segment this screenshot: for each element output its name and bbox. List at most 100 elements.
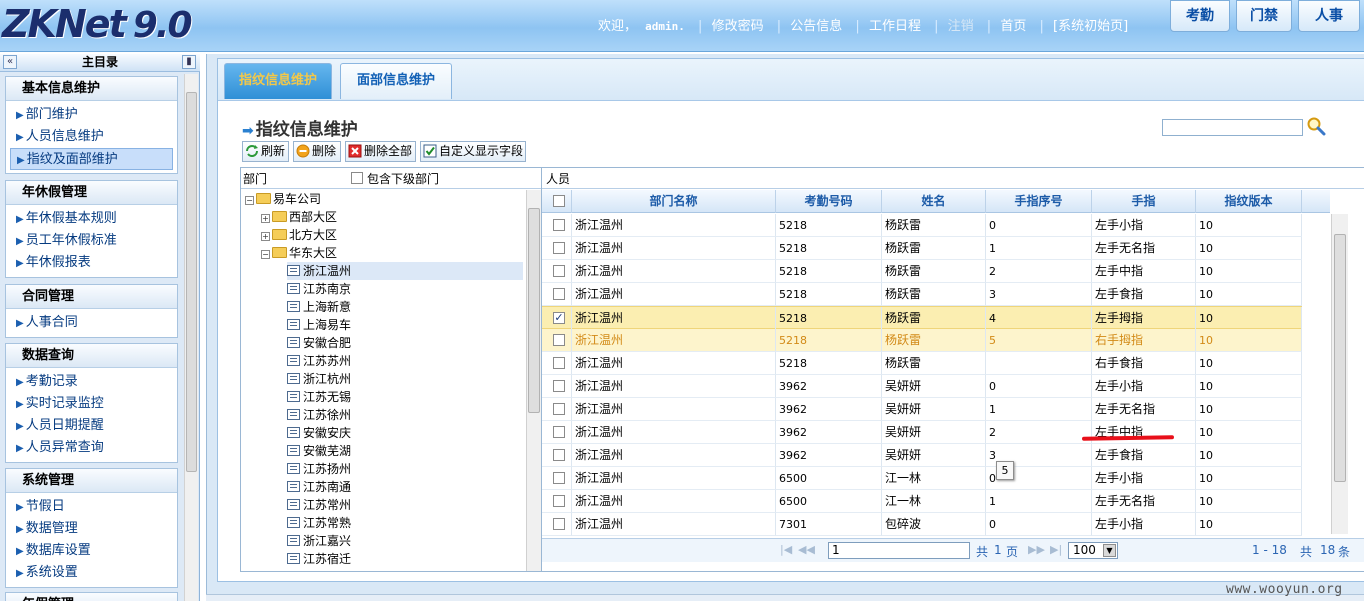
col-name[interactable]: 姓名 [882,190,986,213]
menu-item-hr-contract[interactable]: ▶ 人事合同 [10,312,173,334]
row-checkbox[interactable] [553,265,565,277]
tree-node-root[interactable]: − 易车公司 [245,190,321,208]
tree-node-branch[interactable]: 上海易车 [287,316,351,334]
row-checkbox[interactable] [553,426,565,438]
tree-scrollbar[interactable] [526,190,541,571]
announcements-link[interactable]: 公告信息 [790,19,842,34]
tree-node-branch[interactable]: 江苏常熟 [287,514,351,532]
search-input[interactable] [1162,119,1303,136]
menu-item-leave-rules[interactable]: ▶ 年休假基本规则 [10,208,173,230]
bottom-scrollbar[interactable] [206,594,1364,601]
refresh-button[interactable]: 刷新 [242,141,289,162]
system-home-link[interactable]: [系统初始页] [1053,19,1128,34]
row-checkbox[interactable] [553,403,565,415]
tree-node-branch[interactable]: 安徽芜湖 [287,442,351,460]
prev-page-icon[interactable]: ◀◀ [798,543,815,556]
menu-item-leave-standard[interactable]: ▶ 员工年休假标准 [10,230,173,252]
menu-group-title[interactable]: 年休假管理 [6,181,177,205]
table-row[interactable]: 浙江温州 5218 杨跃雷 2 左手中指 10 [542,260,1302,283]
tree-node-branch[interactable]: 江苏徐州 [287,406,351,424]
row-checkbox[interactable] [553,472,565,484]
include-sub-checkbox[interactable] [351,172,363,184]
tree-node-branch[interactable]: 浙江嘉兴 [287,532,351,550]
table-row[interactable]: ✓ 浙江温州 5218 杨跃雷 4 左手拇指 10 [542,306,1302,330]
collapse-sidebar-icon[interactable]: « [3,55,17,69]
col-finger-index[interactable]: 手指序号 [986,190,1092,213]
menu-item-database-settings[interactable]: ▶ 数据库设置 [10,540,173,562]
menu-item-attendance-records[interactable]: ▶ 考勤记录 [10,371,173,393]
delete-all-button[interactable]: 删除全部 [345,141,416,162]
col-dept-name[interactable]: 部门名称 [572,190,776,213]
menu-item-person-info[interactable]: ▶ 人员信息维护 [10,126,173,148]
tree-node-branch[interactable]: 上海新意 [287,298,351,316]
row-checkbox[interactable] [553,334,565,346]
expand-icon[interactable]: + [261,232,270,241]
tree-node-branch[interactable]: 江苏无锡 [287,388,351,406]
table-row[interactable]: 浙江温州 5218 杨跃雷 5 右手拇指 10 [542,329,1302,352]
menu-item-holidays[interactable]: ▶ 节假日 [10,496,173,518]
module-access-button[interactable]: 门禁 [1236,0,1292,32]
expand-icon[interactable]: + [261,214,270,223]
row-checkbox[interactable]: ✓ [553,312,565,324]
row-checkbox[interactable] [553,357,565,369]
search-icon[interactable] [1306,116,1326,136]
change-password-link[interactable]: 修改密码 [712,19,764,34]
module-hr-button[interactable]: 人事 [1298,0,1360,32]
menu-item-realtime-monitor[interactable]: ▶ 实时记录监控 [10,393,173,415]
row-checkbox[interactable] [553,449,565,461]
menu-group-title[interactable]: 基本信息维护 [6,77,177,101]
pin-icon[interactable]: ▮ [182,55,196,69]
tree-node-branch[interactable]: 江苏宿迁 [287,550,351,568]
delete-button[interactable]: 删除 [293,141,341,162]
tree-node-branch[interactable]: 浙江温州 [287,262,523,280]
tree-node-branch[interactable]: 江苏南通 [287,478,351,496]
grid-scrollbar[interactable] [1331,214,1348,534]
menu-item-data-management[interactable]: ▶ 数据管理 [10,518,173,540]
tree-node-branch[interactable]: 江苏常州 [287,496,351,514]
table-row[interactable]: 浙江温州 3962 吴妍妍 2 左手中指 10 [542,421,1302,444]
col-finger[interactable]: 手指 [1092,190,1196,213]
tab-fingerprint[interactable]: 指纹信息维护 [224,63,332,99]
table-row[interactable]: 浙江温州 6500 江一林 1 左手无名指 10 [542,490,1302,513]
table-row[interactable]: 浙江温州 3962 吴妍妍 1 左手无名指 10 [542,398,1302,421]
table-row[interactable]: 浙江温州 5218 杨跃雷 0 左手小指 10 [542,214,1302,237]
menu-item-fingerprint-face[interactable]: ▶ 指纹及面部维护 [10,148,173,170]
home-link[interactable]: 首页 [1000,19,1026,34]
tree-node-branch[interactable]: 安徽合肥 [287,334,351,352]
page-input[interactable]: 1 [828,542,970,559]
select-all-checkbox[interactable] [553,195,565,207]
row-checkbox[interactable] [553,380,565,392]
menu-item-date-reminder[interactable]: ▶ 人员日期提醒 [10,415,173,437]
tree-node-branch[interactable]: 浙江杭州 [287,370,351,388]
row-checkbox[interactable] [553,288,565,300]
first-page-icon[interactable]: |◀ [780,543,792,556]
module-attendance-button[interactable]: 考勤 [1170,0,1230,32]
table-row[interactable]: 浙江温州 5218 杨跃雷 1 左手无名指 10 [542,237,1302,260]
sidebar-scrollbar[interactable] [184,74,198,601]
collapse-icon[interactable]: − [261,250,270,259]
tree-node-region[interactable]: + 北方大区 [261,226,337,244]
tree-node-branch[interactable]: 江苏扬州 [287,460,351,478]
menu-group-title[interactable]: 合同管理 [6,285,177,309]
menu-group-title[interactable]: 数据查询 [6,344,177,368]
menu-group-title[interactable]: 系统管理 [6,469,177,493]
row-checkbox[interactable] [553,242,565,254]
menu-item-exception-query[interactable]: ▶ 人员异常查询 [10,437,173,459]
custom-fields-button[interactable]: 自定义显示字段 [420,141,526,162]
work-schedule-link[interactable]: 工作日程 [869,19,921,34]
table-row[interactable]: 浙江温州 5218 杨跃雷 右手食指 10 [542,352,1302,375]
collapse-icon[interactable]: − [245,196,254,205]
table-row[interactable]: 浙江温州 3962 吴妍妍 3 左手食指 10 [542,444,1302,467]
tree-node-branch[interactable]: 江苏苏州 [287,352,351,370]
menu-item-department[interactable]: ▶ 部门维护 [10,104,173,126]
tree-node-branch[interactable]: 安徽安庆 [287,424,351,442]
next-page-icon[interactable]: ▶▶ [1028,543,1045,556]
table-row[interactable]: 浙江温州 3962 吴妍妍 0 左手小指 10 [542,375,1302,398]
menu-group-title[interactable]: 年假管理 [6,593,177,601]
tree-node-branch[interactable]: 江苏南京 [287,280,351,298]
menu-item-system-settings[interactable]: ▶ 系统设置 [10,562,173,584]
table-row[interactable]: 浙江温州 5218 杨跃雷 3 左手食指 10 [542,283,1302,306]
col-fp-version[interactable]: 指纹版本 [1196,190,1302,213]
last-page-icon[interactable]: ▶| [1050,543,1062,556]
tree-node-region[interactable]: + 西部大区 [261,208,337,226]
